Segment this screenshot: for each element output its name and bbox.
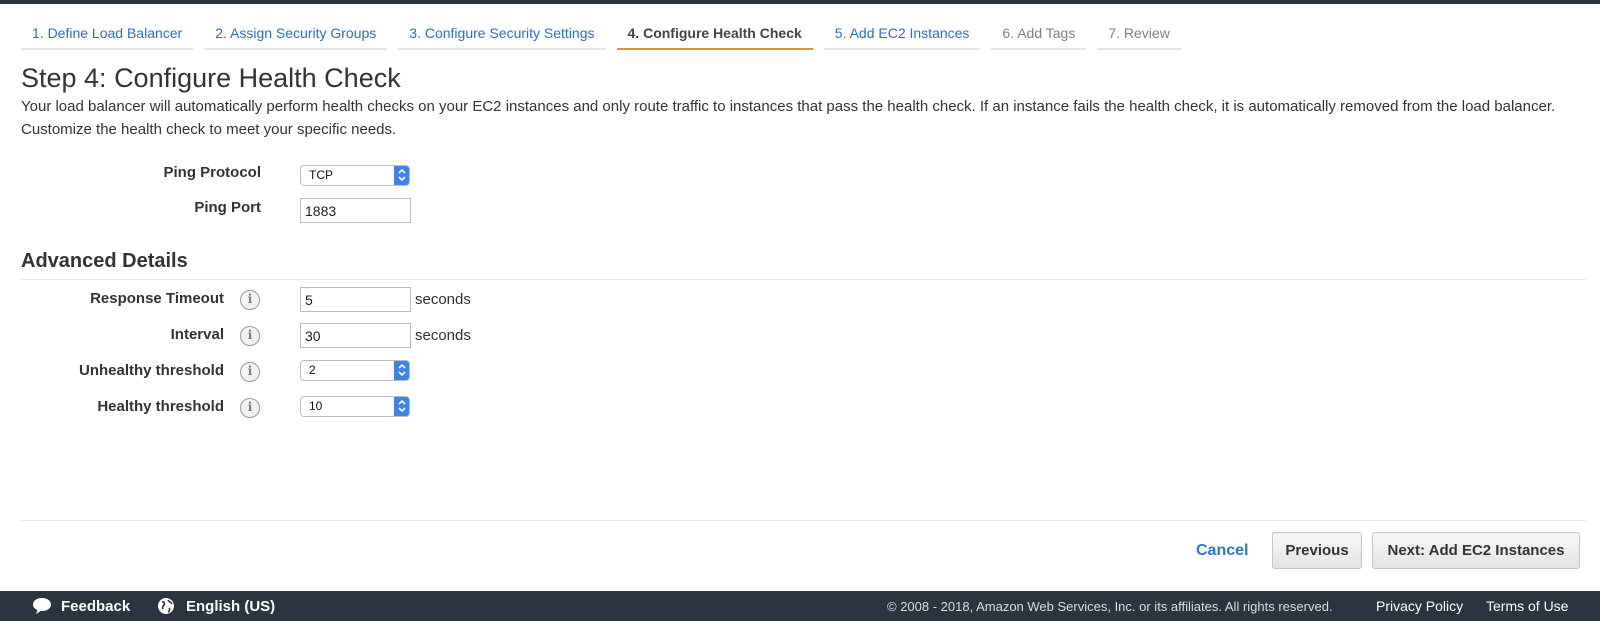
ping-protocol-value: TCP <box>309 168 333 182</box>
wizard-tabs: 1. Define Load Balancer 2. Assign Securi… <box>21 18 1192 50</box>
top-bar <box>0 0 1600 4</box>
ping-port-label: Ping Port <box>194 199 261 216</box>
info-icon[interactable]: i <box>240 362 260 382</box>
healthy-threshold-value: 10 <box>309 399 323 413</box>
advanced-details-title: Advanced Details <box>21 250 188 272</box>
tab-review: 7. Review <box>1097 18 1181 50</box>
info-icon[interactable]: i <box>240 326 260 346</box>
tab-configure-security-settings[interactable]: 3. Configure Security Settings <box>398 18 606 50</box>
healthy-threshold-label: Healthy threshold <box>97 398 224 415</box>
interval-label: Interval <box>170 326 224 343</box>
feedback-link[interactable]: Feedback <box>61 598 130 615</box>
terms-of-use-link[interactable]: Terms of Use <box>1486 598 1568 614</box>
tab-add-tags: 6. Add Tags <box>991 18 1087 50</box>
ping-protocol-label: Ping Protocol <box>163 164 262 181</box>
next-add-ec2-instances-button[interactable]: Next: Add EC2 Instances <box>1372 532 1580 569</box>
response-timeout-input[interactable] <box>300 287 411 312</box>
tab-add-ec2-instances[interactable]: 5. Add EC2 Instances <box>823 18 981 50</box>
unhealthy-threshold-value: 2 <box>309 363 316 377</box>
footer: Feedback English (US) © 2008 - 2018, Ama… <box>0 591 1600 621</box>
unhealthy-threshold-select[interactable]: 2 <box>300 360 410 381</box>
unhealthy-threshold-label: Unhealthy threshold <box>78 362 224 379</box>
chevron-updown-icon <box>394 166 409 185</box>
interval-input[interactable] <box>300 323 411 348</box>
response-timeout-unit: seconds <box>415 291 471 308</box>
globe-icon <box>157 597 175 619</box>
chevron-updown-icon <box>394 397 409 416</box>
section-divider <box>21 279 1586 280</box>
speech-bubble-icon <box>32 597 52 619</box>
page-description: Your load balancer will automatically pe… <box>21 98 1556 138</box>
tab-configure-health-check[interactable]: 4. Configure Health Check <box>616 18 813 50</box>
page-title: Step 4: Configure Health Check <box>21 63 401 93</box>
response-timeout-label: Response Timeout <box>90 290 224 307</box>
tab-define-load-balancer[interactable]: 1. Define Load Balancer <box>21 18 194 50</box>
info-icon[interactable]: i <box>240 290 260 310</box>
chevron-updown-icon <box>394 361 409 380</box>
previous-button[interactable]: Previous <box>1272 532 1362 569</box>
healthy-threshold-select[interactable]: 10 <box>300 396 410 417</box>
cancel-button[interactable]: Cancel <box>1196 542 1248 560</box>
interval-unit: seconds <box>415 327 471 344</box>
ping-port-input[interactable] <box>300 198 411 223</box>
tab-assign-security-groups[interactable]: 2. Assign Security Groups <box>204 18 388 50</box>
language-selector[interactable]: English (US) <box>186 598 275 615</box>
privacy-policy-link[interactable]: Privacy Policy <box>1376 598 1463 614</box>
info-icon[interactable]: i <box>240 398 260 418</box>
action-divider <box>21 520 1586 521</box>
ping-protocol-select[interactable]: TCP <box>300 165 410 186</box>
copyright-text: © 2008 - 2018, Amazon Web Services, Inc.… <box>887 599 1333 614</box>
